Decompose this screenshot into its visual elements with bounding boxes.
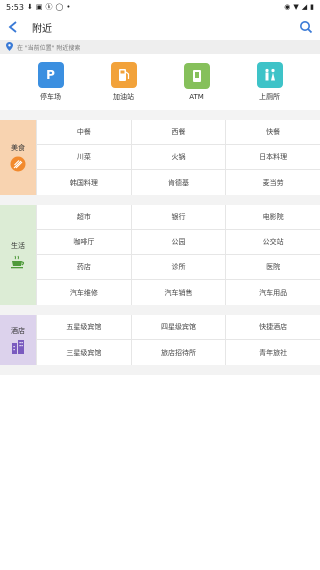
section-divider [0,305,320,315]
quick-item-atm[interactable]: ATM [167,63,227,101]
location-status-icon: ◉ [284,3,291,11]
app-bar: 附近 [0,14,320,40]
battery-icon: ▮ [310,3,314,11]
section-divider [0,110,320,120]
quick-label: 停车场 [40,93,61,101]
hotel-section: 酒店 五星级宾馆 四星级宾馆 快捷酒店 三星级宾馆 旅店招待所 青年旅社 [0,315,320,365]
life-item[interactable]: 电影院 [225,205,320,230]
food-category-header[interactable]: 美食 [0,120,36,195]
life-item[interactable]: 公交站 [225,230,320,255]
coffee-cup-icon [10,254,26,270]
location-text: 在 "当前位置" 附近搜索 [17,44,81,52]
status-bar: 5:53 ⬇ ▣ ⓚ ◯ • ◉ ▼ ◢ ▮ [0,0,320,14]
location-pin-icon [6,41,13,53]
life-category-header[interactable]: 生活 [0,205,36,305]
page-title: 附近 [32,23,52,35]
quick-label: 加油站 [113,93,134,101]
life-item[interactable]: 汽车维修 [36,280,131,305]
hotel-item[interactable]: 青年旅社 [225,340,320,365]
section-divider [0,195,320,205]
hotel-grid: 五星级宾馆 四星级宾馆 快捷酒店 三星级宾馆 旅店招待所 青年旅社 [36,315,320,365]
food-item[interactable]: 中餐 [36,120,131,145]
quick-item-gas-station[interactable]: 加油站 [94,62,154,102]
quick-categories: P 停车场 加油站 ATM 上厕所 [0,54,320,110]
fuel-icon [110,62,137,88]
food-label: 美食 [11,144,25,152]
building-icon [10,339,26,355]
hotel-item[interactable]: 三星级宾馆 [36,340,131,365]
life-item[interactable]: 银行 [130,205,226,230]
quick-label: ATM [189,93,204,101]
status-time: 5:53 [6,2,24,12]
food-item[interactable]: 日本料理 [225,145,320,170]
parking-icon: P [37,62,64,88]
food-item[interactable]: 西餐 [130,120,226,145]
dot-icon: • [66,3,71,11]
status-left: 5:53 ⬇ ▣ ⓚ ◯ • [6,2,70,12]
k-app-icon: ⓚ [45,3,53,11]
hotel-label: 酒店 [11,326,25,335]
quick-item-restroom[interactable]: 上厕所 [240,62,300,102]
life-item[interactable]: 药店 [36,255,131,280]
notification-icon: ▣ [35,3,43,11]
back-arrow-icon[interactable] [6,20,20,34]
food-item[interactable]: 川菜 [36,145,131,170]
life-item[interactable]: 诊所 [130,255,226,280]
section-divider [0,365,320,375]
life-label: 生活 [11,241,25,250]
status-right: ◉ ▼ ◢ ▮ [284,3,314,11]
life-item[interactable]: 公园 [130,230,226,255]
restroom-icon [256,62,283,88]
food-item[interactable]: 火锅 [130,145,226,170]
download-icon: ⬇ [26,3,33,11]
life-item[interactable]: 超市 [36,205,131,230]
food-item[interactable]: 快餐 [225,120,320,145]
circle-icon: ◯ [55,3,64,11]
life-item[interactable]: 医院 [225,255,320,280]
life-grid: 超市 银行 电影院 咖啡厅 公园 公交站 药店 诊所 医院 汽车维修 汽车销售 … [36,205,320,305]
food-grid: 中餐 西餐 快餐 川菜 火锅 日本料理 韩国料理 肯德基 麦当劳 [36,120,320,195]
signal-icon: ◢ [301,3,308,11]
search-icon[interactable] [298,19,314,35]
hotel-item[interactable]: 快捷酒店 [225,315,320,340]
location-bar[interactable]: 在 "当前位置" 附近搜索 [0,40,320,54]
life-item[interactable]: 咖啡厅 [36,230,131,255]
quick-label: 上厕所 [259,93,280,101]
hotel-item[interactable]: 旅店招待所 [130,340,226,365]
food-icon [10,156,26,172]
food-item[interactable]: 肯德基 [130,170,226,195]
wifi-icon: ▼ [293,3,299,11]
food-item[interactable]: 麦当劳 [225,170,320,195]
hotel-item[interactable]: 五星级宾馆 [36,315,131,340]
quick-item-parking[interactable]: P 停车场 [21,62,81,102]
food-item[interactable]: 韩国料理 [36,170,131,195]
life-item[interactable]: 汽车用品 [225,280,320,305]
life-section: 生活 超市 银行 电影院 咖啡厅 公园 公交站 药店 诊所 医院 汽车维修 汽车… [0,205,320,305]
atm-icon [183,63,210,89]
food-section: 美食 中餐 西餐 快餐 川菜 火锅 日本料理 韩国料理 肯德基 麦当劳 [0,120,320,195]
hotel-item[interactable]: 四星级宾馆 [130,315,226,340]
life-item[interactable]: 汽车销售 [130,280,226,305]
hotel-category-header[interactable]: 酒店 [0,315,36,365]
